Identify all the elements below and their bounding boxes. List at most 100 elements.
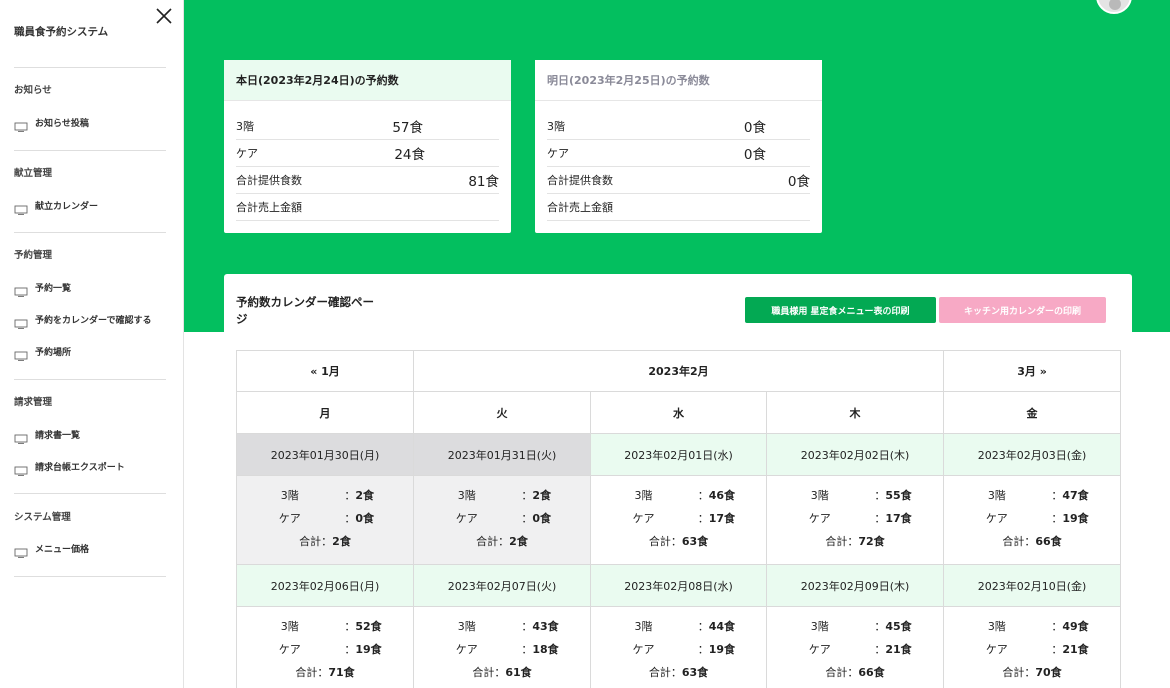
care-label: ケア xyxy=(278,512,301,525)
current-month-label: 2023年2月 xyxy=(412,350,945,392)
care-count: ：19食 xyxy=(344,638,381,661)
print-kitchen-calendar-button[interactable]: キッチン用カレンダーの印刷 xyxy=(939,297,1106,323)
care-label: ケア xyxy=(455,643,478,656)
care-label: ケア xyxy=(455,512,478,525)
calendar-date[interactable]: 2023年02月03日(金) xyxy=(943,433,1122,476)
floor-count-line: 3階 ：55食 xyxy=(767,484,943,507)
care-count: ：0食 xyxy=(344,507,374,530)
row-label: 合計売上金額 xyxy=(236,201,302,214)
colon: ： xyxy=(697,512,709,525)
colon: ： xyxy=(874,620,886,633)
care-value: 21食 xyxy=(1062,643,1089,656)
sidebar-item-ledger-export[interactable]: 請求台帳エクスポート xyxy=(14,457,174,476)
sidebar-section-billing: 請求管理 xyxy=(14,394,166,408)
calendar-date[interactable]: 2023年02月10日(金) xyxy=(943,564,1122,607)
monitor-icon xyxy=(14,200,28,215)
care-label: ケア xyxy=(985,643,1008,656)
colon: ： xyxy=(697,643,709,656)
colon: ： xyxy=(521,620,533,633)
sidebar: 職員食予約システム お知らせ お知らせ投稿 献立管理 献立カレンダー 予約管理 … xyxy=(0,0,184,688)
calendar-day-counts: 3階 ：44食 ケア ：19食 合計：63食 xyxy=(590,606,767,688)
calendar-date[interactable]: 2023年02月01日(水) xyxy=(590,433,767,476)
sidebar-item-reservation-place[interactable]: 予約場所 xyxy=(14,342,174,361)
prev-month-link[interactable]: « 1月 xyxy=(236,350,414,392)
floor-label: 3階 xyxy=(634,489,653,502)
floor-count-line: 3階 ：2食 xyxy=(414,484,590,507)
calendar-date[interactable]: 2023年02月08日(水) xyxy=(590,564,767,607)
floor-count-line: 3階 ：43食 xyxy=(414,615,590,638)
total-count-line: 合計：70食 xyxy=(944,661,1120,684)
row-label: ケア xyxy=(236,147,258,160)
floor-label: 3階 xyxy=(457,489,476,502)
sidebar-item-invoice-list[interactable]: 請求書一覧 xyxy=(14,425,174,444)
total-count-line: 合計：2食 xyxy=(414,530,590,553)
care-count: ：19食 xyxy=(1051,507,1088,530)
sidebar-item-reservation-calendar[interactable]: 予約をカレンダーで確認する xyxy=(14,310,174,329)
next-month-link[interactable]: 3月 » xyxy=(943,350,1122,392)
calendar-date[interactable]: 2023年02月09日(木) xyxy=(765,564,945,607)
total-label: 合計： xyxy=(1002,666,1036,679)
calendar-body: 2023年01月30日(月) 2023年01月31日(火) 2023年02月01日(… xyxy=(236,433,1122,688)
print-staff-menu-button[interactable]: 職員様用 星定食メニュー表の印刷 xyxy=(745,297,936,323)
sidebar-item-reservation-list[interactable]: 予約一覧 xyxy=(14,278,174,297)
summary-row: ケア 24食 xyxy=(236,140,499,167)
care-count: ：18食 xyxy=(521,638,558,661)
floor-label: 3階 xyxy=(280,620,299,633)
calendar-date[interactable]: 2023年02月02日(木) xyxy=(765,433,945,476)
care-value: 0食 xyxy=(355,512,375,525)
sidebar-item-notice-post[interactable]: お知らせ投稿 xyxy=(14,113,174,132)
floor-count-line: 3階 ：44食 xyxy=(591,615,766,638)
total-label: 合計： xyxy=(648,666,682,679)
colon: ： xyxy=(697,489,709,502)
floor-value: 2食 xyxy=(532,489,552,502)
colon: ： xyxy=(874,489,886,502)
floor-label: 3階 xyxy=(634,620,653,633)
floor-count: ：47食 xyxy=(1051,484,1088,507)
care-label: ケア xyxy=(632,512,655,525)
section-title: 予約管理 xyxy=(14,250,53,261)
sidebar-item-menu-calendar[interactable]: 献立カレンダー xyxy=(14,196,174,215)
floor-value: 2食 xyxy=(355,489,375,502)
floor-value: 49食 xyxy=(1062,620,1089,633)
monitor-icon xyxy=(14,429,28,444)
floor-count-line: 3階 ：46食 xyxy=(591,484,766,507)
colon: ： xyxy=(344,489,356,502)
care-value: 19食 xyxy=(1062,512,1089,525)
floor-count: ：2食 xyxy=(344,484,374,507)
weekday-header: 水 xyxy=(590,391,767,434)
total-label: 合計： xyxy=(476,535,510,548)
floor-count-line: 3階 ：47食 xyxy=(944,484,1120,507)
sidebar-item-menu-price[interactable]: メニュー価格 xyxy=(14,539,174,558)
care-label: ケア xyxy=(808,512,831,525)
calendar-day-counts: 3階 ：45食 ケア ：21食 合計：66食 xyxy=(765,606,945,688)
care-count-line: ケア ：17食 xyxy=(591,507,766,530)
care-count: ：0食 xyxy=(521,507,551,530)
sidebar-section-menu: 献立管理 xyxy=(14,165,166,179)
care-value: 18食 xyxy=(532,643,559,656)
care-value: 19食 xyxy=(355,643,382,656)
calendar-date[interactable]: 2023年01月31日(火) xyxy=(413,433,591,476)
care-value: 21食 xyxy=(885,643,912,656)
floor-value: 45食 xyxy=(885,620,912,633)
sidebar-section-system: システム管理 xyxy=(14,509,166,523)
total-label: 合計： xyxy=(299,535,333,548)
sidebar-item-label: 請求台帳エクスポート xyxy=(35,462,125,473)
floor-label: 3階 xyxy=(810,620,829,633)
calendar-date[interactable]: 2023年02月07日(火) xyxy=(413,564,591,607)
floor-value: 44食 xyxy=(708,620,736,633)
calendar-title: 予約数カレンダー確認ページ xyxy=(236,295,374,326)
calendar-date-row: 2023年02月06日(月) 2023年02月07日(火) 2023年02月08日(… xyxy=(236,564,1122,607)
floor-value: 52食 xyxy=(355,620,382,633)
calendar-date[interactable]: 2023年02月06日(月) xyxy=(236,564,414,607)
colon: ： xyxy=(697,620,709,633)
calendar-day-counts: 3階 ：49食 ケア ：21食 合計：70食 xyxy=(943,606,1122,688)
row-value: 81食 xyxy=(468,174,499,190)
total-label: 合計： xyxy=(825,666,859,679)
colon: ： xyxy=(344,620,356,633)
floor-count: ：2食 xyxy=(521,484,551,507)
close-icon[interactable] xyxy=(152,4,176,28)
calendar-date[interactable]: 2023年01月30日(月) xyxy=(236,433,414,476)
sidebar-divider xyxy=(14,67,166,68)
avatar-icon xyxy=(1109,0,1121,10)
total-label: 合計： xyxy=(648,535,682,548)
